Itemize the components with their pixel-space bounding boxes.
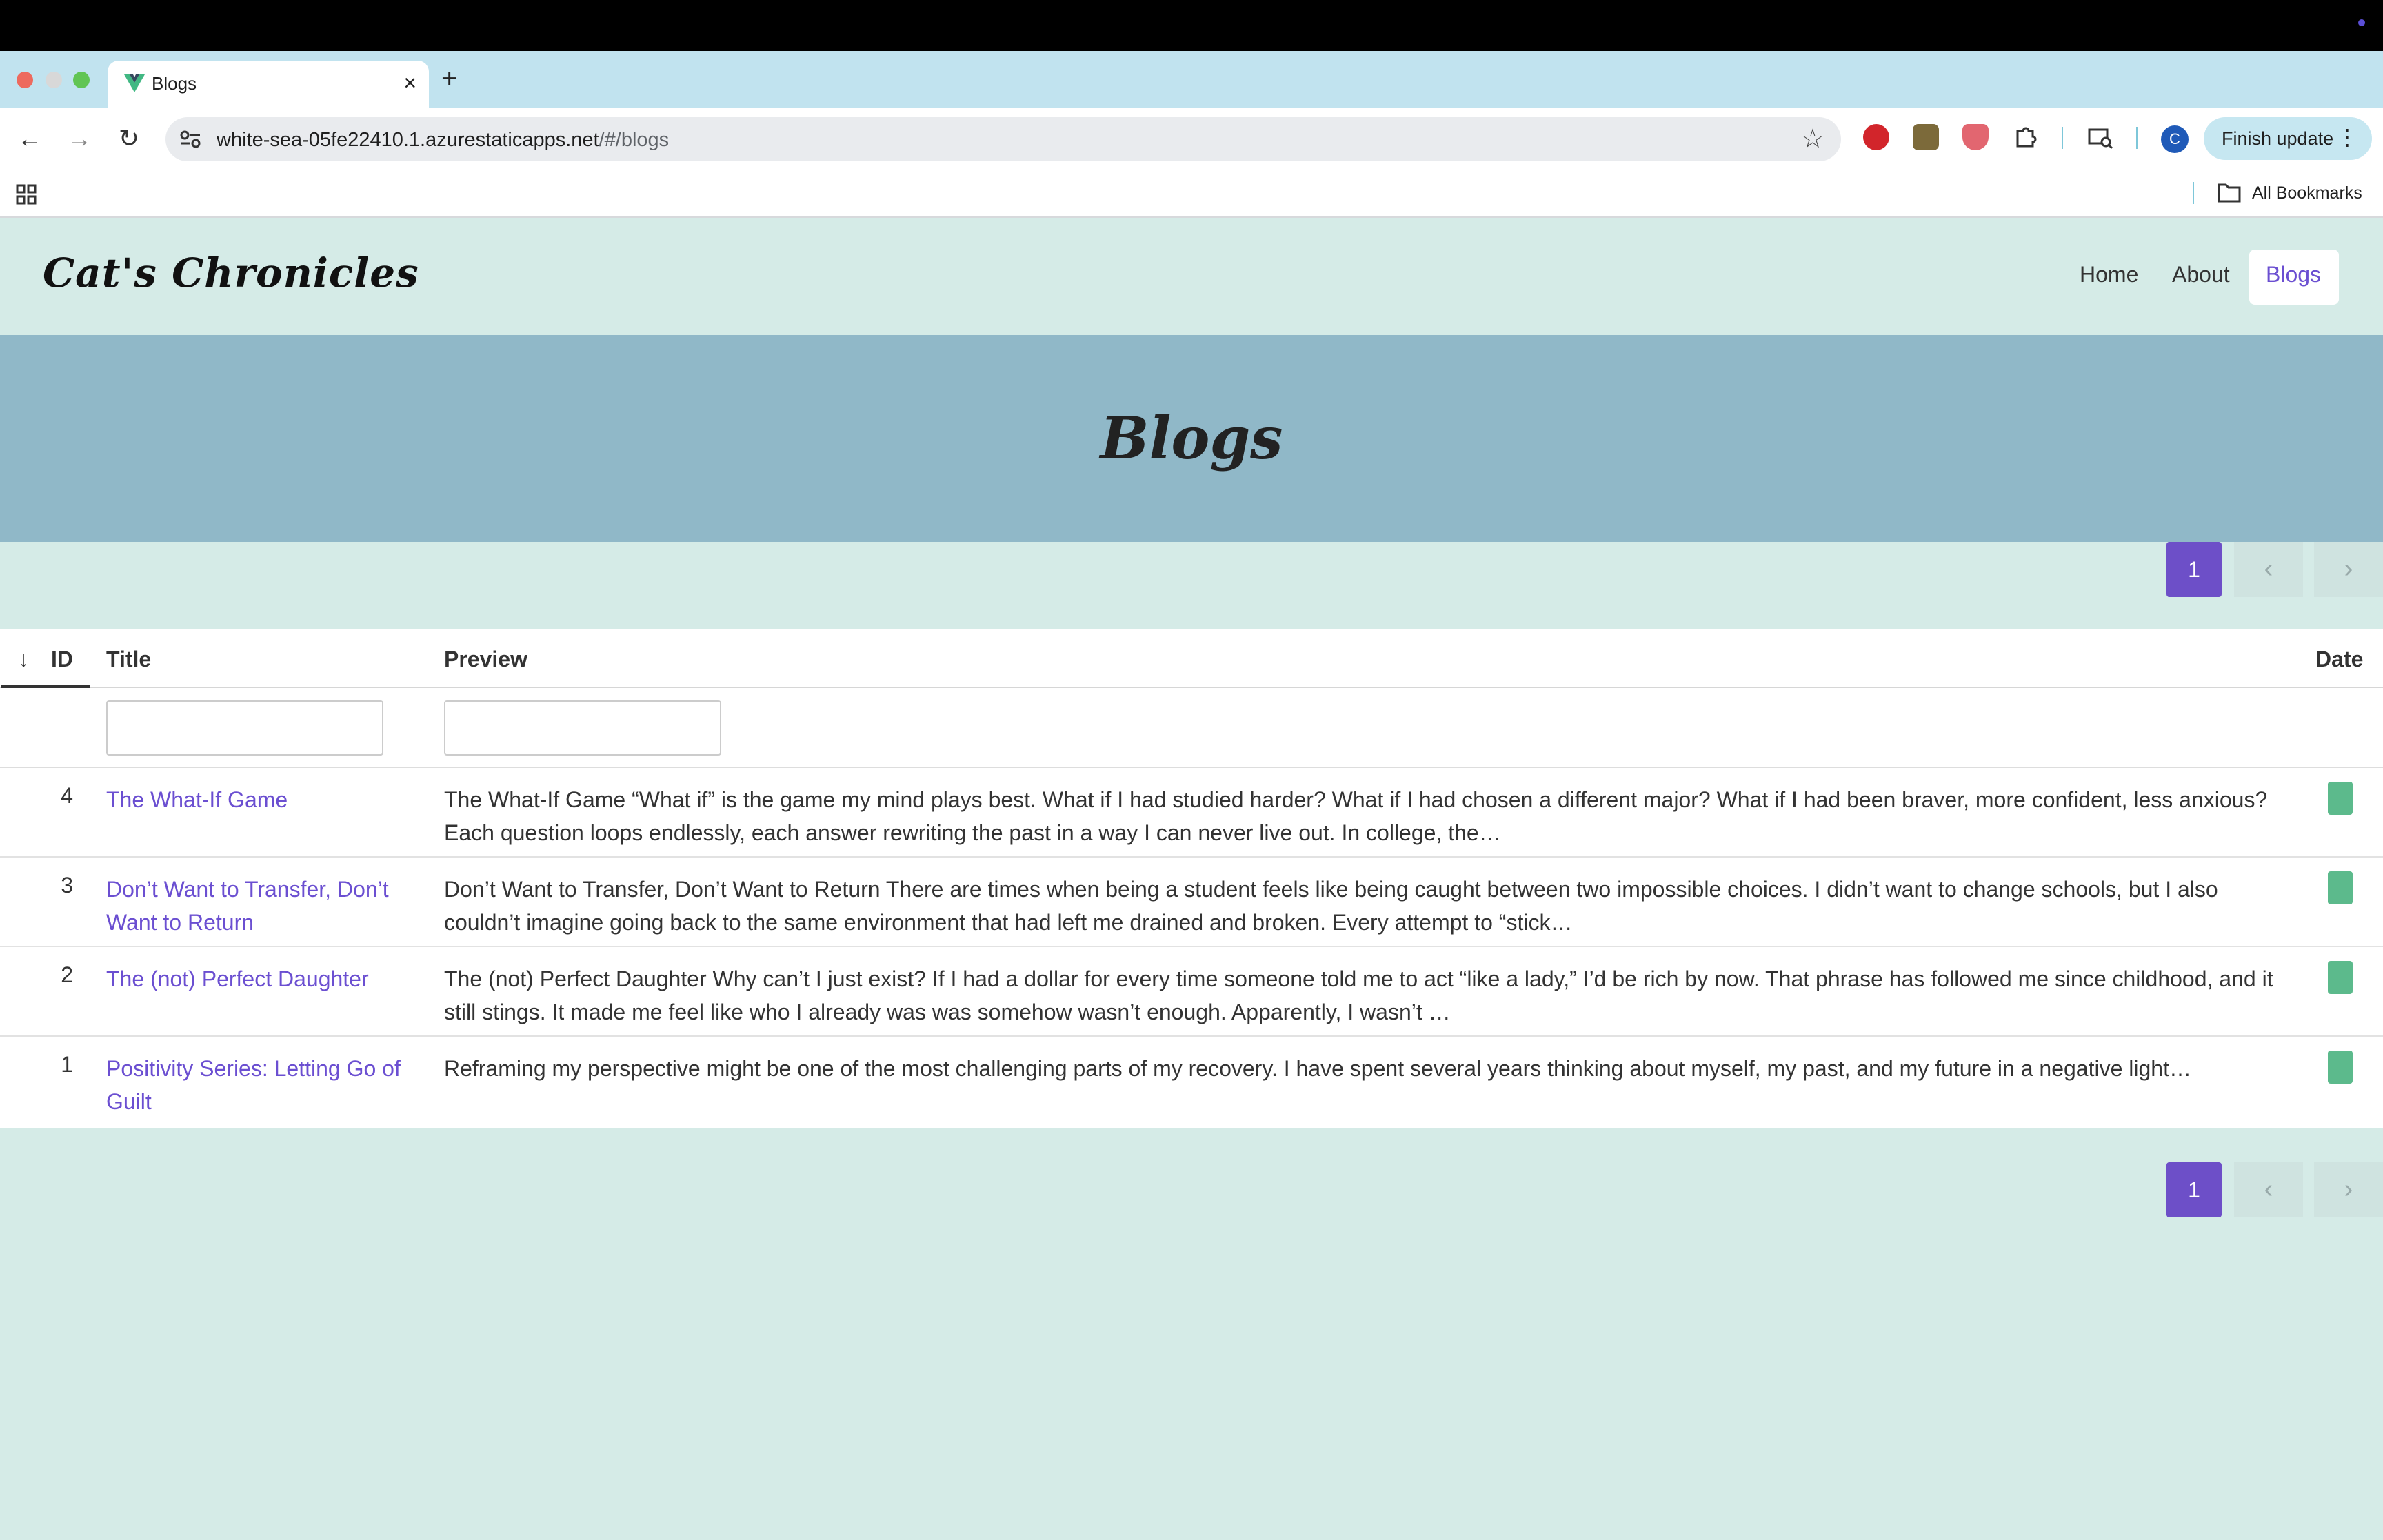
row-id: 2 (61, 962, 73, 987)
table-body: 4 The What-If Game The What-If Game “Wha… (0, 768, 2383, 1128)
tab-title: Blogs (152, 73, 197, 94)
row-id: 4 (61, 783, 73, 808)
nav-about-link[interactable]: About (2172, 262, 2230, 287)
sort-desc-icon[interactable]: ↓ (18, 647, 29, 672)
row-title-link[interactable]: Don’t Want to Transfer, Don’t Want to Re… (106, 873, 416, 939)
site-settings-icon[interactable] (178, 127, 203, 152)
table-row[interactable]: 2 The (not) Perfect Daughter The (not) P… (0, 947, 2383, 1037)
menu-dots-icon: ⋮ (2336, 125, 2358, 150)
star-icon[interactable]: ☆ (1801, 123, 1824, 156)
bookmarks-separator (2193, 182, 2194, 204)
tab-close-icon[interactable]: × (403, 69, 416, 97)
nav-home-link[interactable]: Home (2080, 262, 2138, 287)
row-preview: The (not) Perfect Daughter Why can’t I j… (444, 966, 2273, 1024)
column-header-preview[interactable]: Preview (444, 647, 527, 672)
url-text[interactable]: white-sea-05fe22410.1.azurestaticapps.ne… (217, 129, 669, 152)
next-page-button[interactable]: › (2314, 542, 2383, 597)
page-1-button[interactable]: 1 (2166, 542, 2222, 597)
site-header: Cat's Chronicles Home About Blogs (0, 219, 2383, 335)
row-title-link[interactable]: The What-If Game (106, 783, 416, 816)
row-title-link[interactable]: The (not) Perfect Daughter (106, 962, 416, 995)
extensions-icon[interactable] (2012, 124, 2038, 150)
row-preview: The What-If Game “What if” is the game m… (444, 787, 2268, 845)
date-badge (2328, 961, 2353, 994)
address-bar[interactable]: white-sea-05fe22410.1.azurestaticapps.ne… (165, 117, 1841, 161)
nav-blogs-link[interactable]: Blogs (2249, 250, 2339, 305)
status-dot-icon (2358, 19, 2365, 26)
row-preview: Don’t Want to Transfer, Don’t Want to Re… (444, 877, 2218, 935)
new-tab-button[interactable]: + (441, 62, 457, 95)
column-header-title[interactable]: Title (106, 647, 151, 672)
site-logo[interactable]: Cat's Chronicles (43, 250, 419, 296)
hero-banner: Blogs (0, 335, 2383, 542)
prev-page-button[interactable]: ‹ (2234, 1162, 2303, 1217)
preview-filter-input[interactable] (444, 700, 721, 756)
url-host: white-sea-05fe22410.1.azurestaticapps.ne… (217, 129, 599, 151)
extension-icon[interactable] (1913, 124, 1939, 150)
blogs-table: ↓ ID Title Preview Date 4 The What-If Ga… (0, 629, 2383, 1128)
date-badge (2328, 871, 2353, 904)
close-window-button[interactable] (17, 72, 33, 88)
next-page-button[interactable]: › (2314, 1162, 2383, 1217)
cast-search-icon[interactable] (2087, 124, 2114, 152)
finish-update-button[interactable]: Finish update ⋮ (2204, 117, 2372, 160)
page-1-button[interactable]: 1 (2166, 1162, 2222, 1217)
nav-blogs-label: Blogs (2266, 262, 2322, 287)
row-preview: Reframing my perspective might be one of… (444, 1056, 2191, 1081)
os-menu-bar (0, 0, 2383, 51)
date-badge (2328, 1051, 2353, 1084)
shield-extension-icon[interactable] (1962, 124, 1989, 150)
table-row[interactable]: 4 The What-If Game The What-If Game “Wha… (0, 768, 2383, 858)
reload-icon[interactable]: ↻ (113, 123, 145, 154)
pagination-bottom: 1 ‹ › (2166, 1162, 2383, 1217)
row-title-link[interactable]: Positivity Series: Letting Go of Guilt (106, 1052, 416, 1118)
adblock-extension-icon[interactable] (1863, 124, 1889, 150)
column-header-id[interactable]: ID (51, 647, 73, 672)
back-icon[interactable]: ← (14, 123, 46, 154)
date-badge (2328, 782, 2353, 815)
sort-indicator (1, 685, 90, 688)
browser-tab[interactable]: Blogs × (108, 61, 429, 108)
url-path: /#/blogs (599, 129, 670, 151)
profile-avatar[interactable]: C (2161, 125, 2189, 153)
all-bookmarks-link[interactable]: All Bookmarks (2252, 183, 2362, 203)
toolbar-separator (2136, 127, 2138, 149)
title-filter-input[interactable] (106, 700, 383, 756)
header-divider (0, 687, 2383, 688)
table-row[interactable]: 3 Don’t Want to Transfer, Don’t Want to … (0, 858, 2383, 947)
finish-update-label: Finish update (2222, 128, 2334, 149)
prev-page-button[interactable]: ‹ (2234, 542, 2303, 597)
column-header-date[interactable]: Date (2315, 647, 2363, 672)
fullscreen-window-button[interactable] (73, 72, 90, 88)
table-row[interactable]: 1 Positivity Series: Letting Go of Guilt… (0, 1037, 2383, 1126)
minimize-window-button[interactable] (46, 72, 62, 88)
forward-icon[interactable]: → (63, 123, 95, 154)
bookmarks-bar: All Bookmarks (0, 170, 2383, 218)
toolbar-separator (2062, 127, 2063, 149)
folder-icon[interactable] (2218, 182, 2241, 203)
row-id: 1 (61, 1052, 73, 1077)
row-id: 3 (61, 873, 73, 898)
page-title: Blogs (1100, 404, 1283, 472)
vue-favicon-icon (124, 74, 145, 92)
apps-icon[interactable] (15, 183, 37, 205)
pagination-top: 1 ‹ › (2166, 542, 2383, 597)
